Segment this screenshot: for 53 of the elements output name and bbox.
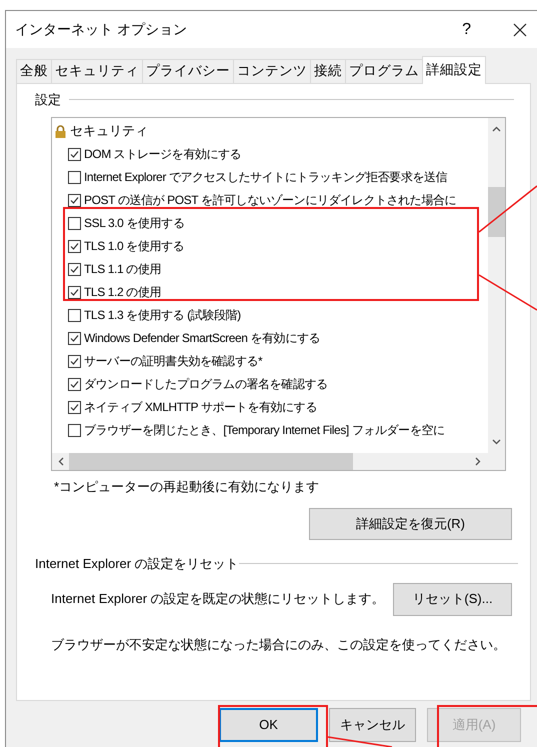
tab[interactable]: 全般 <box>16 59 52 83</box>
checkbox[interactable] <box>68 240 81 252</box>
setting-label[interactable]: TLS 1.3 を使用する (試験段階) <box>84 308 241 322</box>
restart-note: *コンピューターの再起動後に有効になります <box>54 478 320 496</box>
scroll-thumb[interactable] <box>69 452 353 470</box>
leader-line <box>328 736 392 747</box>
setting-label[interactable]: SSL 3.0 を使用する <box>84 216 184 230</box>
close-icon[interactable] <box>513 22 527 36</box>
horizontal-scrollbar[interactable] <box>52 452 505 470</box>
setting-label[interactable]: TLS 1.1 の使用 <box>84 262 161 276</box>
help-button[interactable]: ? <box>462 18 471 42</box>
checkbox[interactable] <box>68 378 81 390</box>
checkbox[interactable] <box>68 308 81 322</box>
leader-line <box>478 185 537 233</box>
tab[interactable]: 詳細設定 <box>422 56 486 84</box>
lock-icon <box>55 124 66 138</box>
setting-label[interactable]: TLS 1.0 を使用する <box>84 238 184 254</box>
checkbox[interactable] <box>68 148 81 160</box>
group-title: 設定 <box>35 91 62 109</box>
checkbox[interactable] <box>68 400 81 414</box>
reset-description: Internet Explorer の設定を既定の状態にリセットします。 <box>51 590 386 608</box>
checkbox[interactable] <box>68 262 81 276</box>
reset-button[interactable]: リセット(S)... <box>393 582 512 616</box>
window-title: インターネット オプション <box>15 20 187 39</box>
checkbox[interactable] <box>68 216 81 230</box>
leader-line <box>478 274 537 311</box>
vertical-scrollbar[interactable] <box>488 118 505 452</box>
setting-label[interactable]: サーバーの証明書失効を確認する* <box>84 354 262 368</box>
scroll-right-icon[interactable] <box>475 456 481 466</box>
category-label: セキュリティ <box>70 122 148 140</box>
checkbox[interactable] <box>68 194 81 206</box>
scroll-up-icon[interactable] <box>492 126 501 132</box>
setting-label[interactable]: DOM ストレージを有効にする <box>84 146 242 162</box>
scroll-left-icon[interactable] <box>58 456 64 466</box>
setting-label[interactable]: TLS 1.2 の使用 <box>84 284 161 300</box>
setting-label[interactable]: ダウンロードしたプログラムの署名を確認する <box>84 376 328 392</box>
checkbox[interactable] <box>68 424 81 436</box>
dialog-button[interactable]: OK <box>219 708 318 742</box>
setting-label[interactable]: Internet Explorer でアクセスしたサイトにトラッキング拒否要求を送信 <box>84 170 448 184</box>
setting-label[interactable]: ネイティブ XMLHTTP サポートを有効にする <box>84 400 317 414</box>
scroll-down-icon[interactable] <box>492 438 501 444</box>
checkbox[interactable] <box>68 332 81 344</box>
checkbox[interactable] <box>68 354 81 368</box>
reset-warning: ブラウザーが不安定な状態になった場合にのみ、この設定を使ってください。 <box>51 636 507 654</box>
checkbox[interactable] <box>68 286 81 298</box>
scroll-thumb[interactable] <box>488 186 505 236</box>
setting-label[interactable]: Windows Defender SmartScreen を有効にする <box>84 330 320 346</box>
checkbox[interactable] <box>68 170 81 184</box>
setting-label[interactable]: ブラウザーを閉じたとき、[Temporary Internet Files] フォルダーを空に <box>84 422 445 438</box>
setting-label[interactable]: POST の送信が POST を許可しないゾーンにリダイレクトされた場合に <box>84 192 456 208</box>
group-title: Internet Explorer の設定をリセット <box>35 555 239 573</box>
dialog-button[interactable]: キャンセル <box>329 708 416 742</box>
restore-defaults-button[interactable]: 詳細設定を復元(R) <box>309 508 512 540</box>
